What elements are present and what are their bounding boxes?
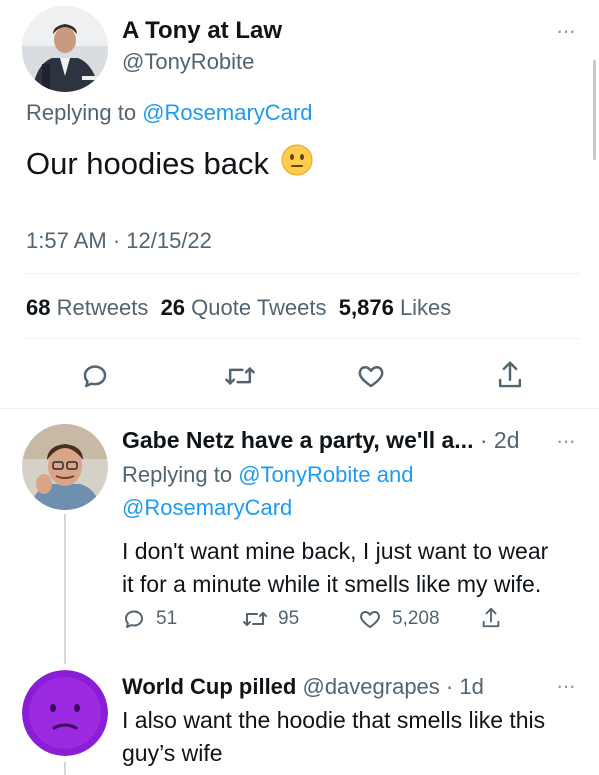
thread-line [64, 514, 66, 664]
tweet-stats: 68 Retweets 26 Quote Tweets 5,876 Likes [26, 295, 451, 321]
replying-prefix: Replying to [26, 100, 137, 125]
share-icon [498, 361, 522, 388]
reply2-age[interactable]: · 1d [446, 674, 484, 699]
replying-to: Replying to @RosemaryCard [26, 100, 312, 126]
reply1-display-name[interactable]: Gabe Netz have a party, we'll a... [122, 427, 473, 453]
reply1-mention-rosemary[interactable]: @RosemaryCard [122, 495, 292, 520]
reply1-reply-count: 51 [156, 608, 178, 629]
reply1-and: and [376, 462, 414, 487]
reply2-text: I also want the hoodie that smells like … [122, 704, 545, 770]
reply1-retweet-button[interactable]: 95 [242, 607, 299, 631]
heart-icon [360, 611, 380, 628]
scrollbar[interactable] [593, 60, 596, 160]
reply2-header: World Cup pilled @davegrapes · 1d [122, 674, 484, 700]
reply1-age[interactable]: · 2d [480, 427, 520, 453]
author-avatar[interactable] [22, 6, 108, 92]
like-button[interactable] [356, 361, 386, 391]
tweet-text: Our hoodies back [26, 144, 313, 184]
share-button[interactable] [495, 359, 525, 391]
reply-icon [125, 610, 143, 628]
tweet-text-body: Our hoodies back [26, 146, 269, 181]
reply1-share-button[interactable] [480, 605, 502, 631]
reply2-text-line1: I also want the hoodie that smells like … [122, 707, 546, 733]
share-icon [482, 607, 500, 628]
quotes-stat[interactable]: 26 Quote Tweets [161, 295, 327, 320]
retweets-count: 68 [26, 295, 51, 320]
reply2-avatar[interactable] [22, 670, 108, 756]
retweet-button[interactable] [224, 361, 256, 391]
reply1-text-line1: I don't want mine back, I just want to w… [122, 538, 549, 564]
author-handle[interactable]: @TonyRobite [122, 49, 254, 75]
reply2-text-line2: guy’s wife [122, 740, 223, 766]
reply1-header: Gabe Netz have a party, we'll a... · 2d [122, 427, 520, 454]
replying-to-link[interactable]: @RosemaryCard [142, 100, 312, 125]
reply1-replying-prefix: Replying to [122, 462, 233, 487]
reply1-avatar[interactable] [22, 424, 108, 510]
reply1-more-icon[interactable]: ··· [556, 428, 576, 454]
divider [0, 408, 599, 409]
likes-count: 5,876 [338, 295, 394, 320]
reply1-reply-button[interactable]: 51 [122, 607, 177, 631]
reply1-like-count: 5,208 [392, 608, 440, 629]
reply2-display-name[interactable]: World Cup pilled [122, 674, 296, 699]
reply1-replying-to: Replying to @TonyRobite and @RosemaryCar… [122, 458, 562, 524]
likes-stat[interactable]: 5,876 Likes [339, 295, 452, 320]
reply1-like-button[interactable]: 5,208 [358, 607, 440, 631]
quotes-label: Quote Tweets [191, 295, 327, 320]
divider [24, 338, 580, 339]
quotes-count: 26 [160, 295, 186, 320]
neutral-face-emoji [281, 144, 313, 184]
retweets-label: Retweets [56, 295, 149, 320]
author-display-name[interactable]: A Tony at Law [122, 17, 282, 45]
reply1-text-line2: it for a minute while it smells like my … [122, 571, 542, 597]
more-options-icon[interactable]: ··· [556, 18, 576, 44]
reply2-more-icon[interactable]: ··· [556, 673, 576, 699]
reply1-retweet-count: 95 [278, 608, 300, 629]
reply-icon [83, 365, 107, 388]
thread-line [64, 762, 66, 775]
likes-label: Likes [399, 295, 452, 320]
retweet-icon [225, 367, 255, 385]
reply1-text: I don't want mine back, I just want to w… [122, 535, 548, 601]
reply1-mention-tony[interactable]: @TonyRobite [238, 462, 370, 487]
tweet-timestamp[interactable]: 1:57 AM · 12/15/22 [26, 228, 212, 254]
heart-icon [358, 366, 384, 388]
reply-button[interactable] [80, 361, 110, 391]
reply2-handle[interactable]: @davegrapes [302, 674, 439, 699]
divider [24, 273, 580, 274]
retweets-stat[interactable]: 68 Retweets [26, 295, 148, 320]
retweet-icon [243, 612, 267, 626]
